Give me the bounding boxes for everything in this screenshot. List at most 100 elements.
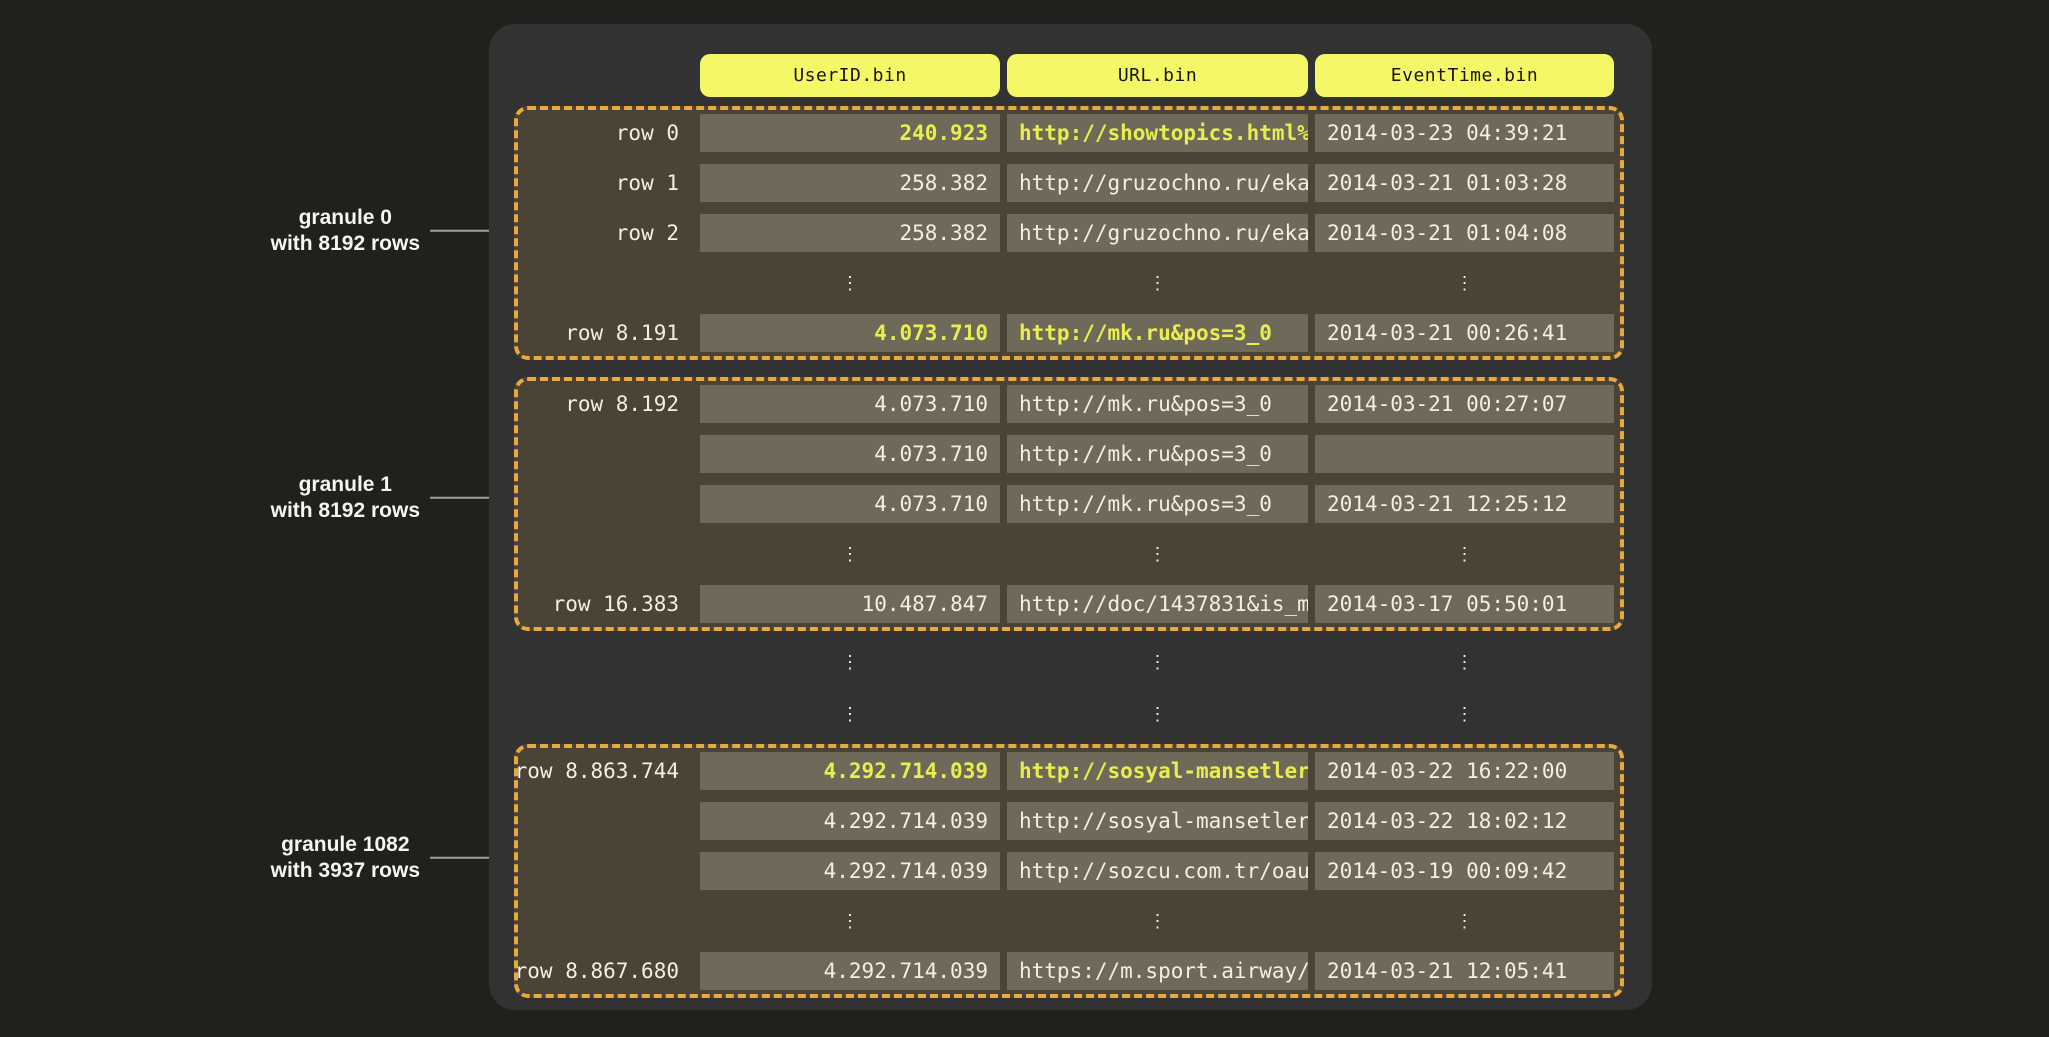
table-row: row 8.867.680 4.292.714.039 https://m.sp… bbox=[518, 952, 1620, 990]
ellipsis-row: ⋮ ⋮ ⋮ bbox=[518, 902, 1620, 940]
cell-userid: 258.382 bbox=[700, 214, 1000, 252]
row-label bbox=[518, 802, 693, 840]
cell-eventtime: 2014-03-21 00:27:07 bbox=[1315, 385, 1614, 423]
cell-userid: 4.292.714.039 bbox=[700, 802, 1000, 840]
annotation-granule-1082: granule 1082 with 3937 rows bbox=[271, 832, 512, 885]
column-header-eventtime-bin: EventTime.bin bbox=[1315, 54, 1614, 97]
row-label: row 8.863.744 bbox=[518, 752, 693, 790]
row-label: row 8.867.680 bbox=[518, 952, 693, 990]
vertical-ellipsis: ⋮ bbox=[1007, 695, 1308, 733]
ellipsis-row: ⋮ ⋮ ⋮ bbox=[518, 643, 1652, 681]
ellipsis-row: ⋮ ⋮ ⋮ bbox=[518, 695, 1652, 733]
table-row: 4.292.714.039 http://sozcu.com.tr/oaut 2… bbox=[518, 852, 1620, 890]
annotation-text: granule 0 with 8192 rows bbox=[271, 205, 420, 258]
vertical-ellipsis: ⋮ bbox=[700, 695, 1000, 733]
vertical-ellipsis: ⋮ bbox=[700, 535, 1000, 573]
cell-eventtime: 2014-03-22 18:02:12 bbox=[1315, 802, 1614, 840]
cell-userid: 10.487.847 bbox=[700, 585, 1000, 623]
between-granules-ellipsis: ⋮ ⋮ ⋮ ⋮ ⋮ ⋮ bbox=[518, 643, 1652, 733]
cell-url: http://mk.ru&pos=3_0 bbox=[1007, 435, 1308, 473]
annotation-line1: granule 0 bbox=[271, 205, 420, 231]
granule-1: row 8.192 4.073.710 http://mk.ru&pos=3_0… bbox=[514, 377, 1624, 631]
vertical-ellipsis: ⋮ bbox=[1007, 535, 1308, 573]
row-label: row 0 bbox=[518, 114, 693, 152]
annotation-line1: granule 1 bbox=[271, 472, 420, 498]
vertical-ellipsis: ⋮ bbox=[1007, 643, 1308, 681]
cell-url: http://showtopics.html%3... bbox=[1007, 114, 1308, 152]
cell-eventtime-empty bbox=[1315, 435, 1614, 473]
cell-userid: 4.292.714.039 bbox=[700, 952, 1000, 990]
table-row: row 2 258.382 http://gruzochno.ru/ekat..… bbox=[518, 214, 1620, 252]
cell-url: http://mk.ru&pos=3_0 bbox=[1007, 314, 1308, 352]
row-label bbox=[518, 264, 693, 302]
row-label: row 8.191 bbox=[518, 314, 693, 352]
ellipsis-row: ⋮ ⋮ ⋮ bbox=[518, 264, 1620, 302]
table-row: 4.292.714.039 http://sosyal-mansetleri..… bbox=[518, 802, 1620, 840]
vertical-ellipsis: ⋮ bbox=[1007, 902, 1308, 940]
table-row: row 8.863.744 4.292.714.039 http://sosya… bbox=[518, 752, 1620, 790]
row-label bbox=[518, 535, 693, 573]
row-label: row 16.383 bbox=[518, 585, 693, 623]
table-row: row 16.383 10.487.847 http://doc/1437831… bbox=[518, 585, 1620, 623]
column-headers: UserID.bin URL.bin EventTime.bin bbox=[518, 54, 1652, 97]
column-files-panel: UserID.bin URL.bin EventTime.bin row 0 2… bbox=[489, 24, 1652, 1010]
table-row: row 8.191 4.073.710 http://mk.ru&pos=3_0… bbox=[518, 314, 1620, 352]
cell-userid: 4.073.710 bbox=[700, 435, 1000, 473]
annotation-line1: granule 1082 bbox=[271, 832, 420, 858]
table-row: row 0 240.923 http://showtopics.html%3..… bbox=[518, 114, 1620, 152]
row-label bbox=[518, 435, 693, 473]
annotation-granule-0: granule 0 with 8192 rows bbox=[271, 205, 512, 258]
table-row: 4.073.710 http://mk.ru&pos=3_0 bbox=[518, 435, 1620, 473]
cell-url: http://mk.ru&pos=3_0 bbox=[1007, 385, 1308, 423]
row-label bbox=[518, 643, 693, 681]
cell-url: http://sozcu.com.tr/oaut bbox=[1007, 852, 1308, 890]
annotation-line2: with 8192 rows bbox=[271, 231, 420, 257]
cell-url: https://m.sport.airway/? bbox=[1007, 952, 1308, 990]
row-label: row 8.192 bbox=[518, 385, 693, 423]
cell-url: http://sosyal-mansetleri... bbox=[1007, 752, 1308, 790]
vertical-ellipsis: ⋮ bbox=[1315, 695, 1614, 733]
row-label bbox=[518, 852, 693, 890]
row-label: row 1 bbox=[518, 164, 693, 202]
cell-url: http://gruzochno.ru/ekat... bbox=[1007, 164, 1308, 202]
cell-url: http://doc/1437831&is_mo... bbox=[1007, 585, 1308, 623]
annotation-granule-1: granule 1 with 8192 rows bbox=[271, 472, 512, 525]
cell-userid: 4.073.710 bbox=[700, 485, 1000, 523]
vertical-ellipsis: ⋮ bbox=[1315, 535, 1614, 573]
row-label: row 2 bbox=[518, 214, 693, 252]
diagram-canvas: granule 0 with 8192 rows granule 1 with … bbox=[0, 0, 2049, 1037]
cell-userid: 4.073.710 bbox=[700, 385, 1000, 423]
cell-eventtime: 2014-03-23 04:39:21 bbox=[1315, 114, 1614, 152]
cell-eventtime: 2014-03-17 05:50:01 bbox=[1315, 585, 1614, 623]
cell-userid: 240.923 bbox=[700, 114, 1000, 152]
column-header-userid-bin: UserID.bin bbox=[700, 54, 1000, 97]
annotation-text: granule 1082 with 3937 rows bbox=[271, 832, 420, 885]
row-label bbox=[518, 485, 693, 523]
cell-userid: 258.382 bbox=[700, 164, 1000, 202]
cell-eventtime: 2014-03-21 01:04:08 bbox=[1315, 214, 1614, 252]
vertical-ellipsis: ⋮ bbox=[700, 264, 1000, 302]
vertical-ellipsis: ⋮ bbox=[1007, 264, 1308, 302]
vertical-ellipsis: ⋮ bbox=[700, 643, 1000, 681]
annotation-line2: with 3937 rows bbox=[271, 858, 420, 884]
table-row: row 8.192 4.073.710 http://mk.ru&pos=3_0… bbox=[518, 385, 1620, 423]
cell-url: http://mk.ru&pos=3_0 bbox=[1007, 485, 1308, 523]
table-row: row 1 258.382 http://gruzochno.ru/ekat..… bbox=[518, 164, 1620, 202]
cell-eventtime: 2014-03-21 12:05:41 bbox=[1315, 952, 1614, 990]
cell-userid: 4.292.714.039 bbox=[700, 752, 1000, 790]
cell-url: http://sosyal-mansetleri... bbox=[1007, 802, 1308, 840]
annotation-line2: with 8192 rows bbox=[271, 498, 420, 524]
annotation-text: granule 1 with 8192 rows bbox=[271, 472, 420, 525]
cell-eventtime: 2014-03-21 01:03:28 bbox=[1315, 164, 1614, 202]
table-row: 4.073.710 http://mk.ru&pos=3_0 2014-03-2… bbox=[518, 485, 1620, 523]
vertical-ellipsis: ⋮ bbox=[700, 902, 1000, 940]
vertical-ellipsis: ⋮ bbox=[1315, 643, 1614, 681]
header-spacer bbox=[518, 54, 693, 97]
cell-url: http://gruzochno.ru/ekat... bbox=[1007, 214, 1308, 252]
cell-userid: 4.292.714.039 bbox=[700, 852, 1000, 890]
row-label bbox=[518, 902, 693, 940]
cell-eventtime: 2014-03-22 16:22:00 bbox=[1315, 752, 1614, 790]
cell-eventtime: 2014-03-21 00:26:41 bbox=[1315, 314, 1614, 352]
vertical-ellipsis: ⋮ bbox=[1315, 902, 1614, 940]
granule-1082: row 8.863.744 4.292.714.039 http://sosya… bbox=[514, 744, 1624, 998]
